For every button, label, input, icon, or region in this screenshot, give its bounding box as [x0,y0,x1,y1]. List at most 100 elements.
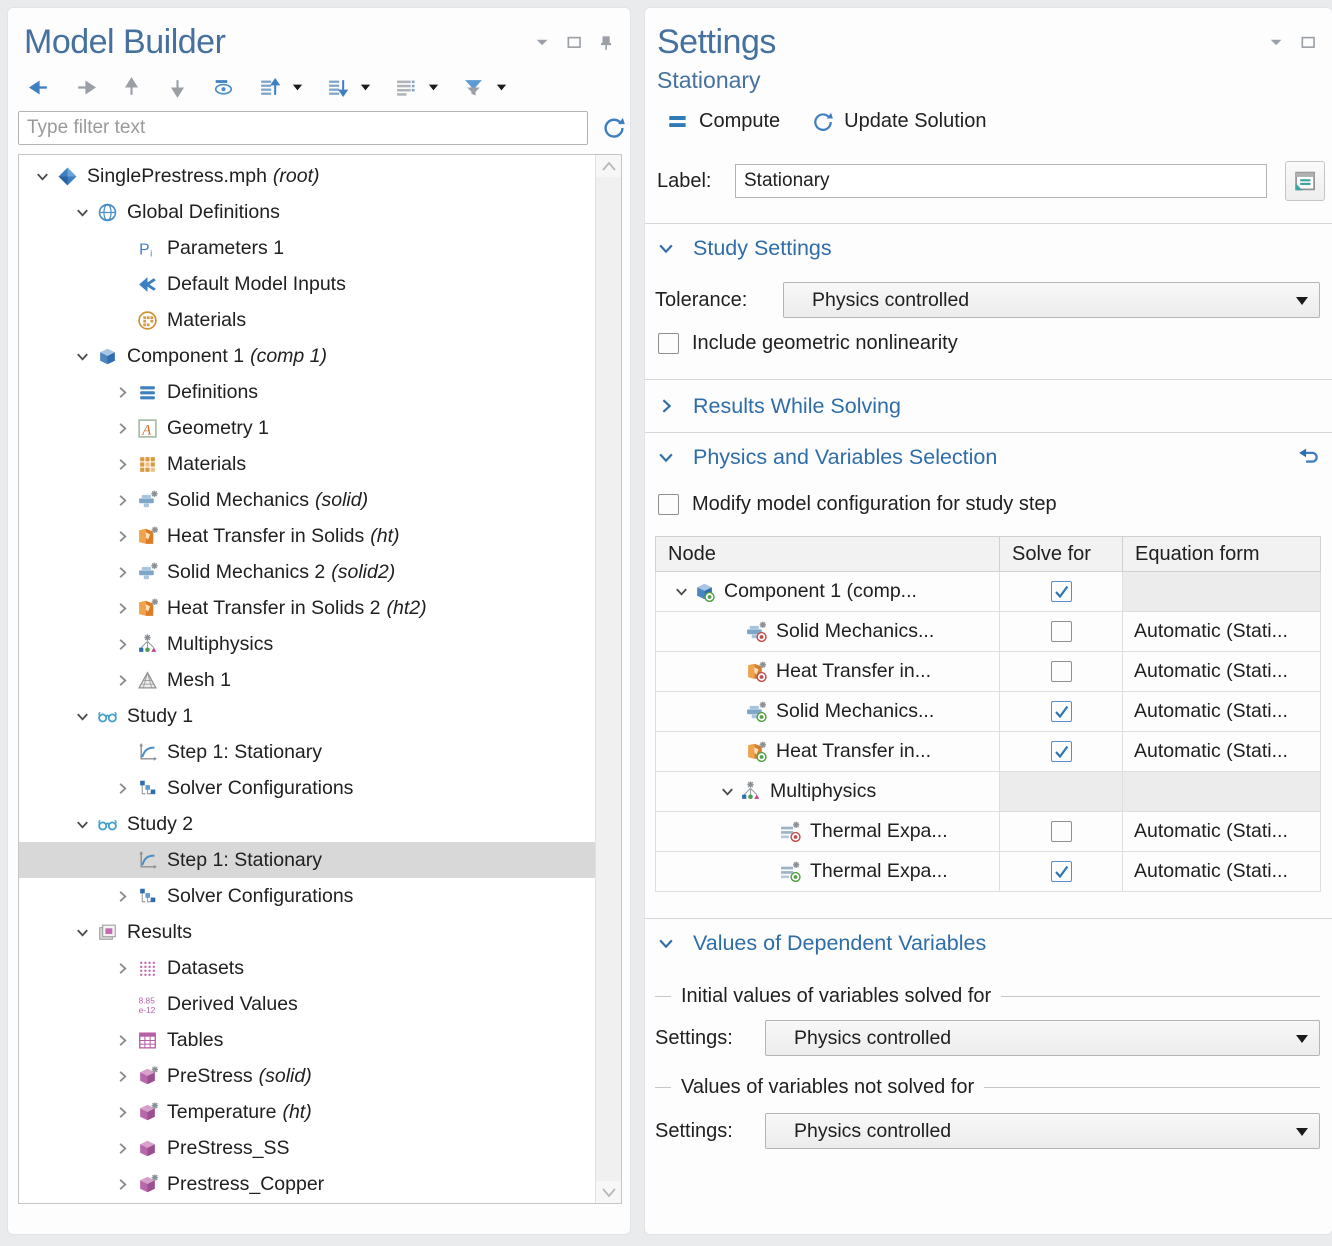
chevron-down-icon[interactable] [27,168,57,185]
tree-item-materials[interactable]: Materials [19,446,595,482]
chevron-right-icon[interactable] [107,384,137,401]
chevron-right-icon[interactable] [107,1032,137,1049]
table-row-solid-mechanics[interactable]: Solid Mechanics...Automatic (Stati... [656,612,1321,652]
tree-item-mesh-1[interactable]: Mesh 1 [19,662,595,698]
collapse-list-button[interactable] [320,72,354,102]
chevron-right-icon[interactable] [107,1068,137,1085]
chevron-right-icon[interactable] [107,456,137,473]
solve-for-checkbox[interactable] [1051,701,1072,722]
expand-list-button[interactable] [252,72,286,102]
tree-item-step-1-stationary[interactable]: Step 1: Stationary [19,734,595,770]
panel-menu-icon[interactable] [534,34,552,52]
chevron-right-icon[interactable] [107,636,137,653]
chevron-right-icon[interactable] [107,600,137,617]
section-results-while-solving[interactable]: Results While Solving [645,380,1332,432]
tree-item-singleprestress-mph-root[interactable]: SinglePrestress.mph(root) [19,158,595,194]
equation-form-value[interactable]: Automatic (Stati... [1123,660,1288,682]
section-dependent-variables[interactable]: Values of Dependent Variables [645,919,1332,967]
dropdown-caret-icon[interactable] [286,72,308,102]
tree-item-tables[interactable]: Tables [19,1022,595,1058]
tree-item-solver-configurations[interactable]: Solver Configurations [19,878,595,914]
chevron-down-icon[interactable] [657,448,681,466]
node-label-button[interactable] [388,72,422,102]
refresh-icon[interactable] [602,113,626,143]
table-row-component-1-comp[interactable]: Component 1 (comp... [656,572,1321,612]
section-study-settings[interactable]: Study Settings [645,224,1332,272]
dropdown-caret-icon[interactable] [422,72,444,102]
section-physics-variables[interactable]: Physics and Variables Selection [645,433,1332,481]
move-down-arrow-button[interactable] [160,72,194,102]
solve-for-checkbox[interactable] [1051,861,1072,882]
solve-for-checkbox[interactable] [1051,741,1072,762]
tree-item-prestress-ss[interactable]: PreStress_SS [19,1130,595,1166]
chevron-right-icon[interactable] [107,1176,137,1193]
chevron-down-icon[interactable] [657,239,681,257]
tree-item-geometry-1[interactable]: AGeometry 1 [19,410,595,446]
table-row-heat-transfer-in[interactable]: Heat Transfer in...Automatic (Stati... [656,652,1321,692]
table-row-heat-transfer-in[interactable]: Heat Transfer in...Automatic (Stati... [656,732,1321,772]
solve-for-checkbox[interactable] [1051,661,1072,682]
initial-values-dropdown[interactable]: Physics controlled [765,1020,1320,1056]
tree-item-component-1-comp-1[interactable]: Component 1(comp 1) [19,338,595,374]
chevron-down-icon[interactable] [67,924,97,941]
reset-to-default-button[interactable] [1286,445,1320,469]
tree-item-solid-mechanics-2-solid2[interactable]: Solid Mechanics 2(solid2) [19,554,595,590]
chevron-down-icon[interactable] [67,816,97,833]
chevron-down-icon[interactable] [67,708,97,725]
not-solved-values-dropdown[interactable]: Physics controlled [765,1113,1320,1149]
table-row-thermal-expa[interactable]: Thermal Expa...Automatic (Stati... [656,852,1321,892]
filter-input[interactable] [18,111,588,145]
solve-for-checkbox[interactable] [1051,821,1072,842]
tree-item-materials[interactable]: Materials [19,302,595,338]
tree-item-definitions[interactable]: Definitions [19,374,595,410]
chevron-right-icon[interactable] [107,888,137,905]
chevron-down-icon[interactable] [67,348,97,365]
tree-item-heat-transfer-in-solids-2-ht2[interactable]: Heat Transfer in Solids 2(ht2) [19,590,595,626]
chevron-right-icon[interactable] [107,528,137,545]
dropdown-caret-icon[interactable] [354,72,376,102]
chevron-down-icon[interactable] [714,783,740,800]
equation-form-value[interactable]: Automatic (Stati... [1123,620,1288,642]
tree-item-default-model-inputs[interactable]: Default Model Inputs [19,266,595,302]
back-arrow-button[interactable] [22,72,56,102]
tree-item-heat-transfer-in-solids-ht[interactable]: Heat Transfer in Solids(ht) [19,518,595,554]
tree-item-prestress-copper[interactable]: Prestress_Copper [19,1166,595,1202]
tree-scrollbar[interactable] [595,155,621,1203]
equation-form-value[interactable]: Automatic (Stati... [1123,860,1288,882]
tree-item-multiphysics[interactable]: Multiphysics [19,626,595,662]
tree-item-step-1-stationary[interactable]: Step 1: Stationary [19,842,595,878]
chevron-right-icon[interactable] [107,1140,137,1157]
chevron-right-icon[interactable] [107,492,137,509]
float-panel-icon[interactable] [566,34,584,52]
move-up-arrow-button[interactable] [114,72,148,102]
tree-item-solver-configurations[interactable]: Solver Configurations [19,770,595,806]
tree-item-study-2[interactable]: Study 2 [19,806,595,842]
equation-form-value[interactable]: Automatic (Stati... [1123,700,1288,722]
chevron-right-icon[interactable] [107,420,137,437]
tree-item-global-definitions[interactable]: Global Definitions [19,194,595,230]
chevron-right-icon[interactable] [107,564,137,581]
chevron-down-icon[interactable] [668,583,694,600]
show-more-options-button[interactable] [1285,161,1325,201]
tree-item-solid-mechanics-solid[interactable]: Solid Mechanics(solid) [19,482,595,518]
geometric-nonlinearity-checkbox[interactable] [658,333,679,354]
chevron-down-icon[interactable] [67,204,97,221]
tree-item-temperature-ht[interactable]: Temperature(ht) [19,1094,595,1130]
label-input[interactable] [735,164,1267,198]
chevron-down-icon[interactable] [657,934,681,952]
show-eye-button[interactable] [206,72,240,102]
update-solution-button[interactable]: Update Solution [808,108,990,135]
tree-item-datasets[interactable]: Datasets [19,950,595,986]
chevron-right-icon[interactable] [107,672,137,689]
chevron-right-icon[interactable] [107,1104,137,1121]
table-row-solid-mechanics[interactable]: Solid Mechanics...Automatic (Stati... [656,692,1321,732]
pin-icon[interactable] [598,34,616,52]
scroll-down-icon[interactable] [596,1181,621,1203]
float-panel-icon[interactable] [1300,34,1318,52]
scroll-up-icon[interactable] [596,155,621,177]
node-filter-button[interactable] [456,72,490,102]
modify-configuration-checkbox[interactable] [658,494,679,515]
tree-item-derived-values[interactable]: 8.85e-12Derived Values [19,986,595,1022]
equation-form-value[interactable]: Automatic (Stati... [1123,740,1288,762]
tree-item-prestress-solid[interactable]: PreStress(solid) [19,1058,595,1094]
